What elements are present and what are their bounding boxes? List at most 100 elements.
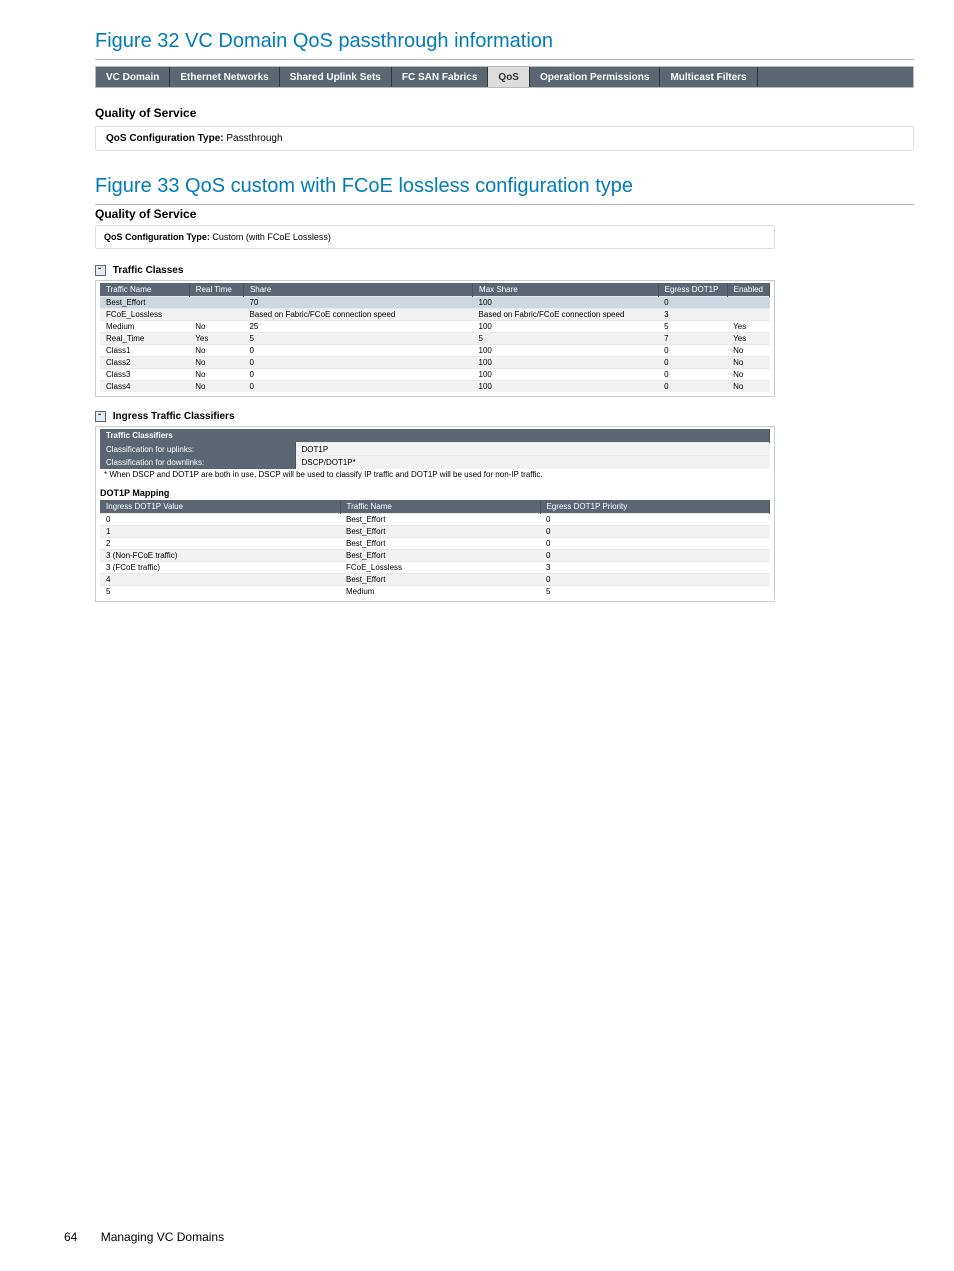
cell: 100 [473,369,659,381]
table-row[interactable]: 2 Best_Effort 0 [100,537,770,549]
cell: Class4 [100,381,189,393]
cell: No [189,345,243,357]
cell: Medium [340,585,540,597]
tab-shared-uplink-sets[interactable]: Shared Uplink Sets [280,67,392,87]
tab-operation-permissions[interactable]: Operation Permissions [530,67,660,87]
cell: 0 [243,369,472,381]
page-number: 64 [64,1230,77,1244]
table-row[interactable]: Medium No 25 100 5 Yes [100,321,770,333]
cell: 0 [243,345,472,357]
collapse-icon[interactable] [95,265,106,276]
cell: Class1 [100,345,189,357]
traffic-classes-table: Traffic Name Real Time Share Max Share E… [100,283,770,392]
cell: No [189,381,243,393]
cell: Best_Effort [340,573,540,585]
th-egress-dot1p: Egress DOT1P [658,283,727,297]
cell: 3 [540,561,770,573]
table-row[interactable]: Best_Effort 70 100 0 [100,297,770,309]
table-row[interactable]: Class2 No 0 100 0 No [100,357,770,369]
qos-heading-33: Quality of Service [95,207,775,221]
qos-config-box: QoS Configuration Type: Passthrough [95,126,914,151]
table-row[interactable]: Class4 No 0 100 0 No [100,381,770,393]
table-row: Classification for downlinks: DSCP/DOT1P… [100,456,770,469]
th-max-share: Max Share [473,283,659,297]
th-egress-dot1p-priority: Egress DOT1P Priority [540,500,770,514]
tab-fc-san-fabrics[interactable]: FC SAN Fabrics [392,67,489,87]
tab-vc-domain[interactable]: VC Domain [96,67,170,87]
qos-config-value: Passthrough [226,133,282,144]
table-row[interactable]: 1 Best_Effort 0 [100,525,770,537]
tab-multicast-filters[interactable]: Multicast Filters [660,67,757,87]
cell: 0 [658,369,727,381]
traffic-classes-box: Traffic Name Real Time Share Max Share E… [95,280,775,397]
table-row[interactable]: 3 (FCoE traffic) FCoE_Lossless 3 [100,561,770,573]
cell: 100 [473,381,659,393]
cell: 0 [540,537,770,549]
cell: 0 [658,357,727,369]
cls-downlinks-value: DSCP/DOT1P* [295,456,770,469]
cell: Based on Fabric/FCoE connection speed [243,309,472,321]
classifiers-footnote: * When DSCP and DOT1P are both in use, D… [100,469,770,480]
cell: 0 [540,513,770,525]
figure32-title: Figure 32 VC Domain QoS passthrough info… [95,30,914,53]
cell: Real_Time [100,333,189,345]
ingress-classifiers-heading: Ingress Traffic Classifiers [95,411,775,422]
cell: FCoE_Lossless [100,309,189,321]
traffic-classes-heading: Traffic Classes [95,265,775,276]
th-traffic-classifiers: Traffic Classifiers [100,429,770,443]
cell: Class3 [100,369,189,381]
cell: 0 [658,381,727,393]
cell [189,309,243,321]
cell: 100 [473,297,659,309]
cell: 5 [100,585,340,597]
cell: No [727,381,769,393]
th-traffic-name: Traffic Name [340,500,540,514]
cell: 5 [658,321,727,333]
tab-ethernet-networks[interactable]: Ethernet Networks [170,67,279,87]
tab-qos[interactable]: QoS [488,67,530,87]
qos-config-box-33: QoS Configuration Type: Custom (with FCo… [95,225,775,249]
table-row[interactable]: 5 Medium 5 [100,585,770,597]
cell: 4 [100,573,340,585]
cell: 1 [100,525,340,537]
cell: Based on Fabric/FCoE connection speed [473,309,659,321]
cell: Best_Effort [340,513,540,525]
section-title: Managing VC Domains [101,1230,224,1244]
dot1p-mapping-heading: DOT1P Mapping [100,488,770,498]
th-enabled: Enabled [727,283,769,297]
tab-bar: VC Domain Ethernet Networks Shared Uplin… [95,66,914,88]
qos-config-label-33: QoS Configuration Type: [104,232,210,242]
cls-uplinks-label: Classification for uplinks: [100,443,295,456]
cls-uplinks-value: DOT1P [295,443,770,456]
table-row[interactable]: 4 Best_Effort 0 [100,573,770,585]
cell: 0 [100,513,340,525]
cell: Best_Effort [340,549,540,561]
qos-config-label: QoS Configuration Type: [106,133,224,144]
cell: 3 (Non-FCoE traffic) [100,549,340,561]
cell: 0 [243,381,472,393]
table-row[interactable]: 3 (Non-FCoE traffic) Best_Effort 0 [100,549,770,561]
cell: No [189,369,243,381]
figure33-rule [95,204,914,205]
page-footer: 64 Managing VC Domains [64,1230,224,1244]
th-ingress-dot1p-value: Ingress DOT1P Value [100,500,340,514]
cell: 3 [658,309,727,321]
cell: 0 [540,573,770,585]
th-share: Share [243,283,472,297]
cls-downlinks-label: Classification for downlinks: [100,456,295,469]
cell: 0 [540,549,770,561]
table-row[interactable]: 0 Best_Effort 0 [100,513,770,525]
cell [189,297,243,309]
th-real-time: Real Time [189,283,243,297]
cell: 5 [243,333,472,345]
cell [727,297,769,309]
figure33-title: Figure 33 QoS custom with FCoE lossless … [95,175,914,198]
table-row[interactable]: Real_Time Yes 5 5 7 Yes [100,333,770,345]
table-row[interactable]: Class3 No 0 100 0 No [100,369,770,381]
table-row[interactable]: FCoE_Lossless Based on Fabric/FCoE conne… [100,309,770,321]
traffic-classes-label: Traffic Classes [113,265,184,276]
cell [727,309,769,321]
collapse-icon[interactable] [95,411,106,422]
table-row[interactable]: Class1 No 0 100 0 No [100,345,770,357]
cell: Best_Effort [340,537,540,549]
